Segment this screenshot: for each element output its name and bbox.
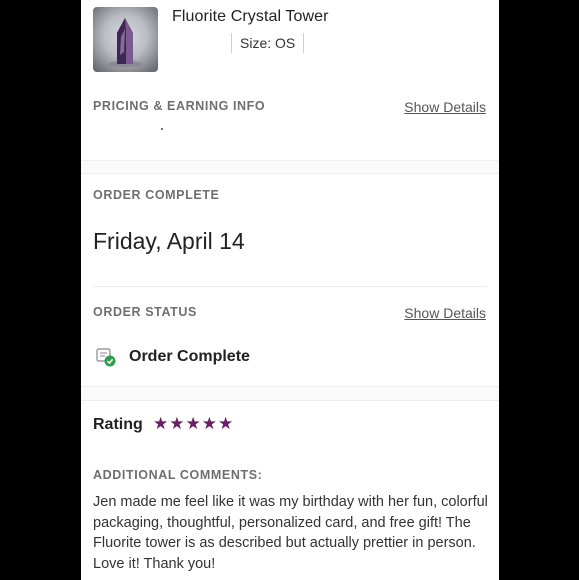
comments-label: ADDITIONAL COMMENTS:: [93, 468, 263, 482]
star-icon: ★: [153, 414, 169, 433]
order-complete-label: ORDER COMPLETE: [93, 188, 220, 202]
section-gap: [81, 160, 499, 174]
order-complete-date: Friday, April 14: [93, 228, 245, 254]
pricing-section-label: PRICING & EARNING INFO: [93, 99, 266, 113]
pricing-show-details-link[interactable]: Show Details: [404, 99, 486, 115]
order-status-text: Order Complete: [129, 348, 250, 365]
pricing-collapsed-indicator: [161, 128, 163, 130]
crystal-tower-image: [108, 18, 142, 67]
product-size: Size: OS: [231, 33, 305, 53]
rating-stars: ★★★★★: [153, 414, 234, 434]
product-header: Fluorite Crystal Tower Size: OS: [81, 0, 499, 90]
section-gap: [81, 386, 499, 401]
order-status-show-details-link[interactable]: Show Details: [404, 305, 486, 321]
star-icon: ★: [201, 414, 217, 433]
order-complete-check-icon: [96, 348, 116, 367]
product-title: Fluorite Crystal Tower: [172, 8, 329, 25]
order-details-screen: Fluorite Crystal Tower Size: OS PRICING …: [81, 0, 499, 580]
order-status-label: ORDER STATUS: [93, 305, 197, 319]
rating-label: Rating: [93, 416, 143, 433]
star-icon: ★: [169, 414, 185, 433]
comments-text: Jen made me feel like it was my birthday…: [93, 494, 488, 572]
divider: [93, 286, 487, 287]
star-icon: ★: [218, 414, 234, 433]
star-icon: ★: [185, 414, 201, 433]
product-thumbnail[interactable]: [93, 7, 158, 72]
